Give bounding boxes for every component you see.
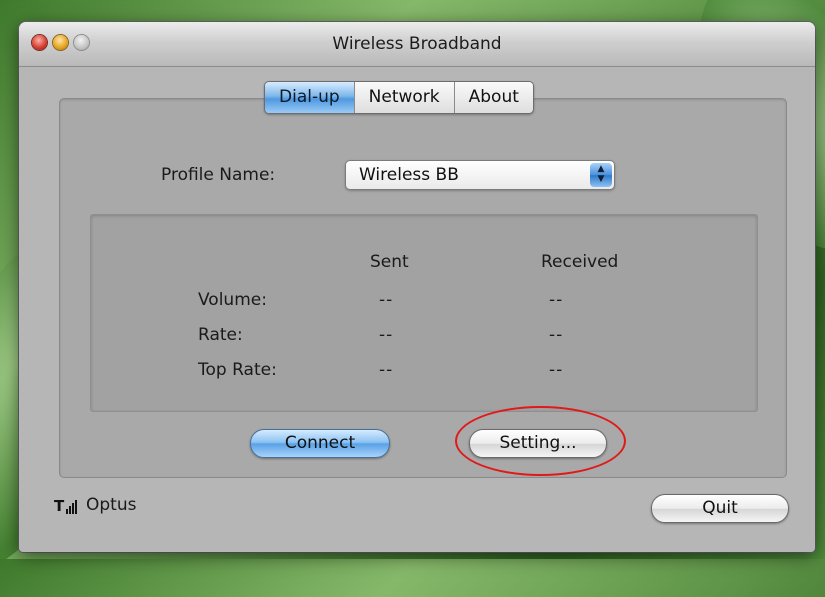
row-label-volume: Volume: bbox=[198, 290, 267, 310]
volume-sent-value: -- bbox=[379, 290, 394, 310]
statistics-panel: Sent Received Volume: -- -- Rate: -- -- … bbox=[90, 214, 758, 412]
row-label-top-rate: Top Rate: bbox=[198, 360, 277, 380]
setting-button[interactable]: Setting... bbox=[469, 429, 607, 458]
profile-name-label: Profile Name: bbox=[161, 165, 276, 185]
volume-received-value: -- bbox=[549, 290, 564, 310]
window-title: Wireless Broadband bbox=[332, 34, 502, 54]
row-label-rate: Rate: bbox=[198, 325, 243, 345]
tab-bar: Dial-up Network About bbox=[264, 81, 534, 114]
tab-network[interactable]: Network bbox=[354, 82, 455, 113]
profile-name-select[interactable]: Wireless BB ▲ ▼ bbox=[345, 160, 615, 190]
top-rate-received-value: -- bbox=[549, 360, 564, 380]
updown-arrows-icon: ▲ ▼ bbox=[590, 163, 612, 187]
carrier-name: Optus bbox=[86, 495, 137, 515]
rate-sent-value: -- bbox=[379, 325, 394, 345]
signal-strength-icon: T bbox=[54, 496, 78, 514]
title-bar[interactable]: Wireless Broadband bbox=[19, 22, 815, 67]
profile-name-value: Wireless BB bbox=[359, 165, 459, 185]
app-window: Wireless Broadband Dial-up Network About… bbox=[19, 22, 815, 552]
top-rate-sent-value: -- bbox=[379, 360, 394, 380]
quit-button[interactable]: Quit bbox=[651, 494, 789, 523]
connect-button[interactable]: Connect bbox=[250, 429, 390, 458]
column-header-sent: Sent bbox=[370, 252, 409, 272]
tab-dial-up[interactable]: Dial-up bbox=[265, 82, 355, 113]
rate-received-value: -- bbox=[549, 325, 564, 345]
column-header-received: Received bbox=[541, 252, 619, 272]
tab-about[interactable]: About bbox=[454, 82, 533, 113]
